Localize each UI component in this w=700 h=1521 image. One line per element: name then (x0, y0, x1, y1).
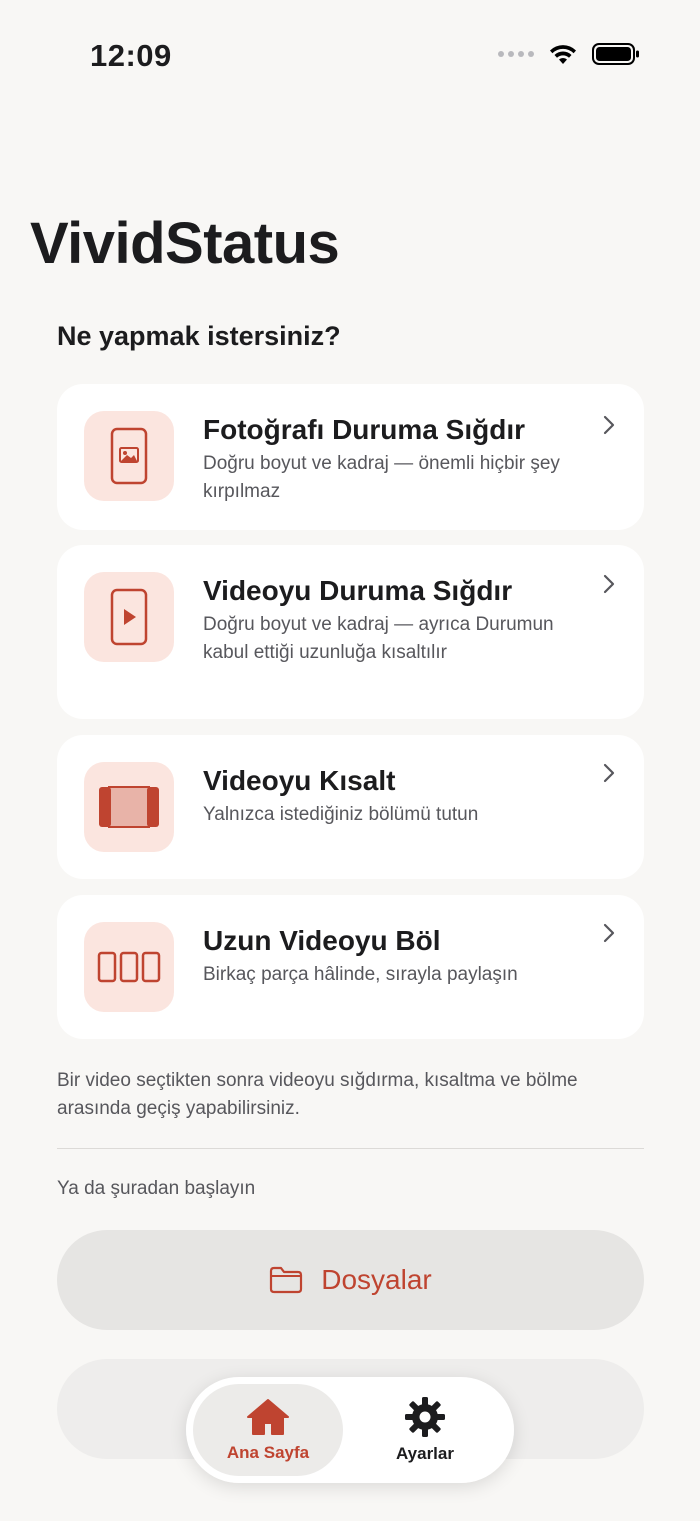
option-card-fit-photo[interactable]: Fotoğrafı Duruma Sığdır Doğru boyut ve k… (57, 384, 644, 530)
cellular-signal-icon (498, 51, 534, 57)
files-button-label: Dosyalar (321, 1264, 432, 1295)
chevron-right-icon (603, 574, 615, 594)
chevron-right-icon (603, 415, 615, 435)
tab-settings-label: Ayarlar (396, 1444, 454, 1463)
option-description: Birkaç parça hâlinde, sırayla paylaşın (203, 964, 518, 985)
gear-icon (405, 1397, 445, 1437)
option-description: Doğru boyut ve kadraj — önemli hiçbir şe… (203, 453, 560, 502)
battery-icon (592, 43, 639, 65)
option-card-fit-video[interactable]: Videoyu Duruma Sığdır Doğru boyut ve kad… (57, 545, 644, 719)
status-time: 12:09 (90, 38, 172, 73)
tab-home-label: Ana Sayfa (226, 1443, 310, 1462)
option-title: Videoyu Duruma Sığdır (203, 575, 513, 606)
trim-icon (84, 762, 174, 852)
info-text: Bir video seçtikten sonra videoyu sığdır… (57, 1070, 578, 1119)
tab-bar: Ana Sayfa Ayarlar (186, 1377, 514, 1483)
split-icon (84, 922, 174, 1012)
option-card-trim-video[interactable]: Videoyu Kısalt Yalnızca istediğiniz bölü… (57, 735, 644, 879)
divider (57, 1148, 644, 1149)
status-indicators (498, 42, 640, 66)
wifi-icon (550, 45, 576, 64)
start-from-label: Ya da şuradan başlayın (57, 1178, 256, 1199)
tab-settings[interactable]: Ayarlar (350, 1384, 500, 1476)
video-phone-icon (84, 572, 174, 662)
chevron-right-icon (603, 923, 615, 943)
photo-phone-icon (84, 411, 174, 501)
files-button[interactable]: Dosyalar (57, 1230, 644, 1330)
option-description: Yalnızca istediğiniz bölümü tutun (203, 804, 479, 825)
option-title: Fotoğrafı Duruma Sığdır (203, 414, 525, 445)
chevron-right-icon (603, 763, 615, 783)
option-card-split-video[interactable]: Uzun Videoyu Böl Birkaç parça hâlinde, s… (57, 895, 644, 1039)
page-title: VividStatus (30, 211, 340, 276)
tab-home[interactable]: Ana Sayfa (193, 1384, 343, 1476)
house-icon (247, 1399, 289, 1435)
option-title: Videoyu Kısalt (203, 765, 396, 796)
option-description: Doğru boyut ve kadraj — ayrıca Durumun k… (203, 614, 554, 663)
status-bar: 12:09 (0, 0, 700, 110)
option-title: Uzun Videoyu Böl (203, 925, 441, 956)
folder-icon (270, 1266, 303, 1294)
section-title: Ne yapmak istersiniz? (57, 321, 341, 351)
